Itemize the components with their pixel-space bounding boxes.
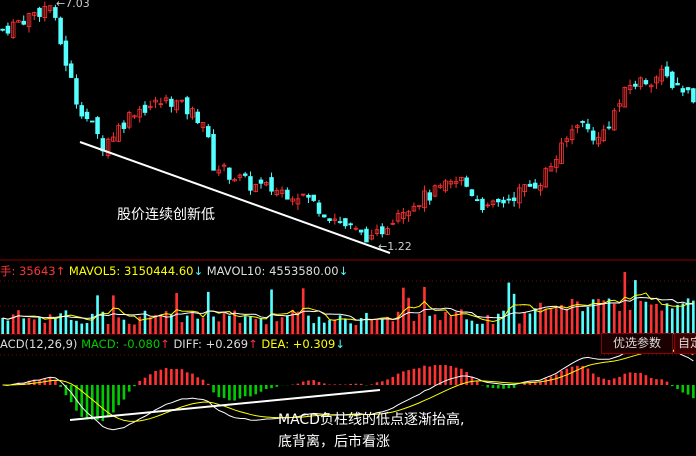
- candle-body: [680, 88, 686, 93]
- macd-annotation-line2: 底背离，后市看涨: [278, 434, 390, 450]
- candle-body: [532, 182, 538, 189]
- candle-body: [0, 28, 5, 31]
- price-trend-line: [79, 141, 391, 254]
- stock-chart: [0, 1, 696, 431]
- candle-body: [121, 122, 127, 129]
- candle-body: [527, 183, 533, 187]
- candle-body: [227, 167, 232, 180]
- macd-annotation-line1: MACD负柱线的低点逐渐抬高,: [278, 412, 465, 428]
- candle-body: [184, 97, 190, 115]
- candle-body: [337, 221, 343, 223]
- candle-body: [590, 130, 596, 141]
- dea-value: DEA: +0.309: [261, 337, 336, 351]
- candle-body: [316, 202, 322, 214]
- candle-body: [242, 173, 248, 176]
- candle-body: [469, 189, 475, 196]
- candle-body: [348, 223, 353, 226]
- candle-body: [211, 134, 216, 171]
- candle-body: [675, 82, 680, 86]
- candle-body: [670, 71, 675, 88]
- candle-body: [464, 177, 469, 187]
- candle-body: [322, 214, 327, 218]
- candle-body: [79, 105, 84, 117]
- candle-body: [501, 199, 506, 204]
- price-low-label: ←1.22: [378, 240, 412, 253]
- candle-body: [580, 120, 585, 123]
- candle-body: [474, 199, 480, 202]
- candle-body: [685, 87, 691, 91]
- candle-body: [506, 198, 512, 201]
- volume-legend: 手: 35643↑ MAVOL5: 3150444.60↓ MAVOL10: 4…: [0, 264, 349, 278]
- candle-body: [169, 98, 174, 107]
- price-annotation: 股价连续创新低: [117, 207, 215, 223]
- candle-body: [206, 126, 211, 138]
- candle-body: [5, 25, 11, 34]
- preferred-params-button[interactable]: 优选参数: [601, 333, 673, 354]
- candle-body: [427, 192, 432, 201]
- candle-body: [285, 189, 290, 200]
- candle-body: [380, 226, 385, 235]
- candle-body: [643, 80, 649, 85]
- candle-body: [258, 179, 264, 184]
- candle-body: [691, 88, 696, 103]
- candle-body: [664, 66, 670, 77]
- candle-body: [248, 176, 253, 191]
- candle-body: [68, 63, 74, 78]
- candle-body: [37, 7, 42, 17]
- volume-value: 35643: [19, 264, 56, 278]
- mavol10-value: MAVOL10: 4553580.00: [206, 264, 339, 278]
- mavol5-line: [2, 292, 694, 322]
- candle-body: [58, 17, 63, 45]
- macd-value: MACD: -0.080: [81, 337, 161, 351]
- candle-body: [585, 123, 591, 130]
- macd-legend: ACD(12,26,9) MACD: -0.080↑ DIFF: +0.269↑…: [0, 337, 345, 351]
- candle-body: [364, 228, 369, 243]
- candle-body: [195, 111, 200, 124]
- candle-body: [343, 218, 348, 227]
- candle-body: [496, 198, 501, 203]
- candle-body: [63, 40, 69, 66]
- candle-body: [95, 117, 100, 135]
- candle-body: [327, 218, 332, 222]
- candle-body: [84, 111, 90, 120]
- candle-body: [306, 195, 311, 198]
- candle-body: [606, 126, 612, 129]
- candle-body: [269, 177, 274, 192]
- candle-body: [511, 197, 517, 202]
- mavol5-value: MAVOL5: 3150444.60: [68, 264, 194, 278]
- candle-body: [21, 20, 26, 25]
- macd-annotation: MACD负柱线的低点逐渐抬高, 底背离，后市看涨: [278, 409, 464, 453]
- candle-body: [311, 194, 316, 201]
- custom-params-button[interactable]: 自定: [674, 333, 696, 354]
- candle-body: [358, 229, 364, 233]
- candle-body: [633, 83, 638, 87]
- candle-body: [74, 78, 79, 105]
- diff-value: DIFF: +0.269: [173, 337, 249, 351]
- candle-body: [480, 198, 485, 211]
- mavol10-line: [2, 296, 694, 321]
- candle-body: [90, 120, 95, 123]
- candle-body: [142, 104, 148, 113]
- price-high-label: ←7.03: [56, 0, 90, 10]
